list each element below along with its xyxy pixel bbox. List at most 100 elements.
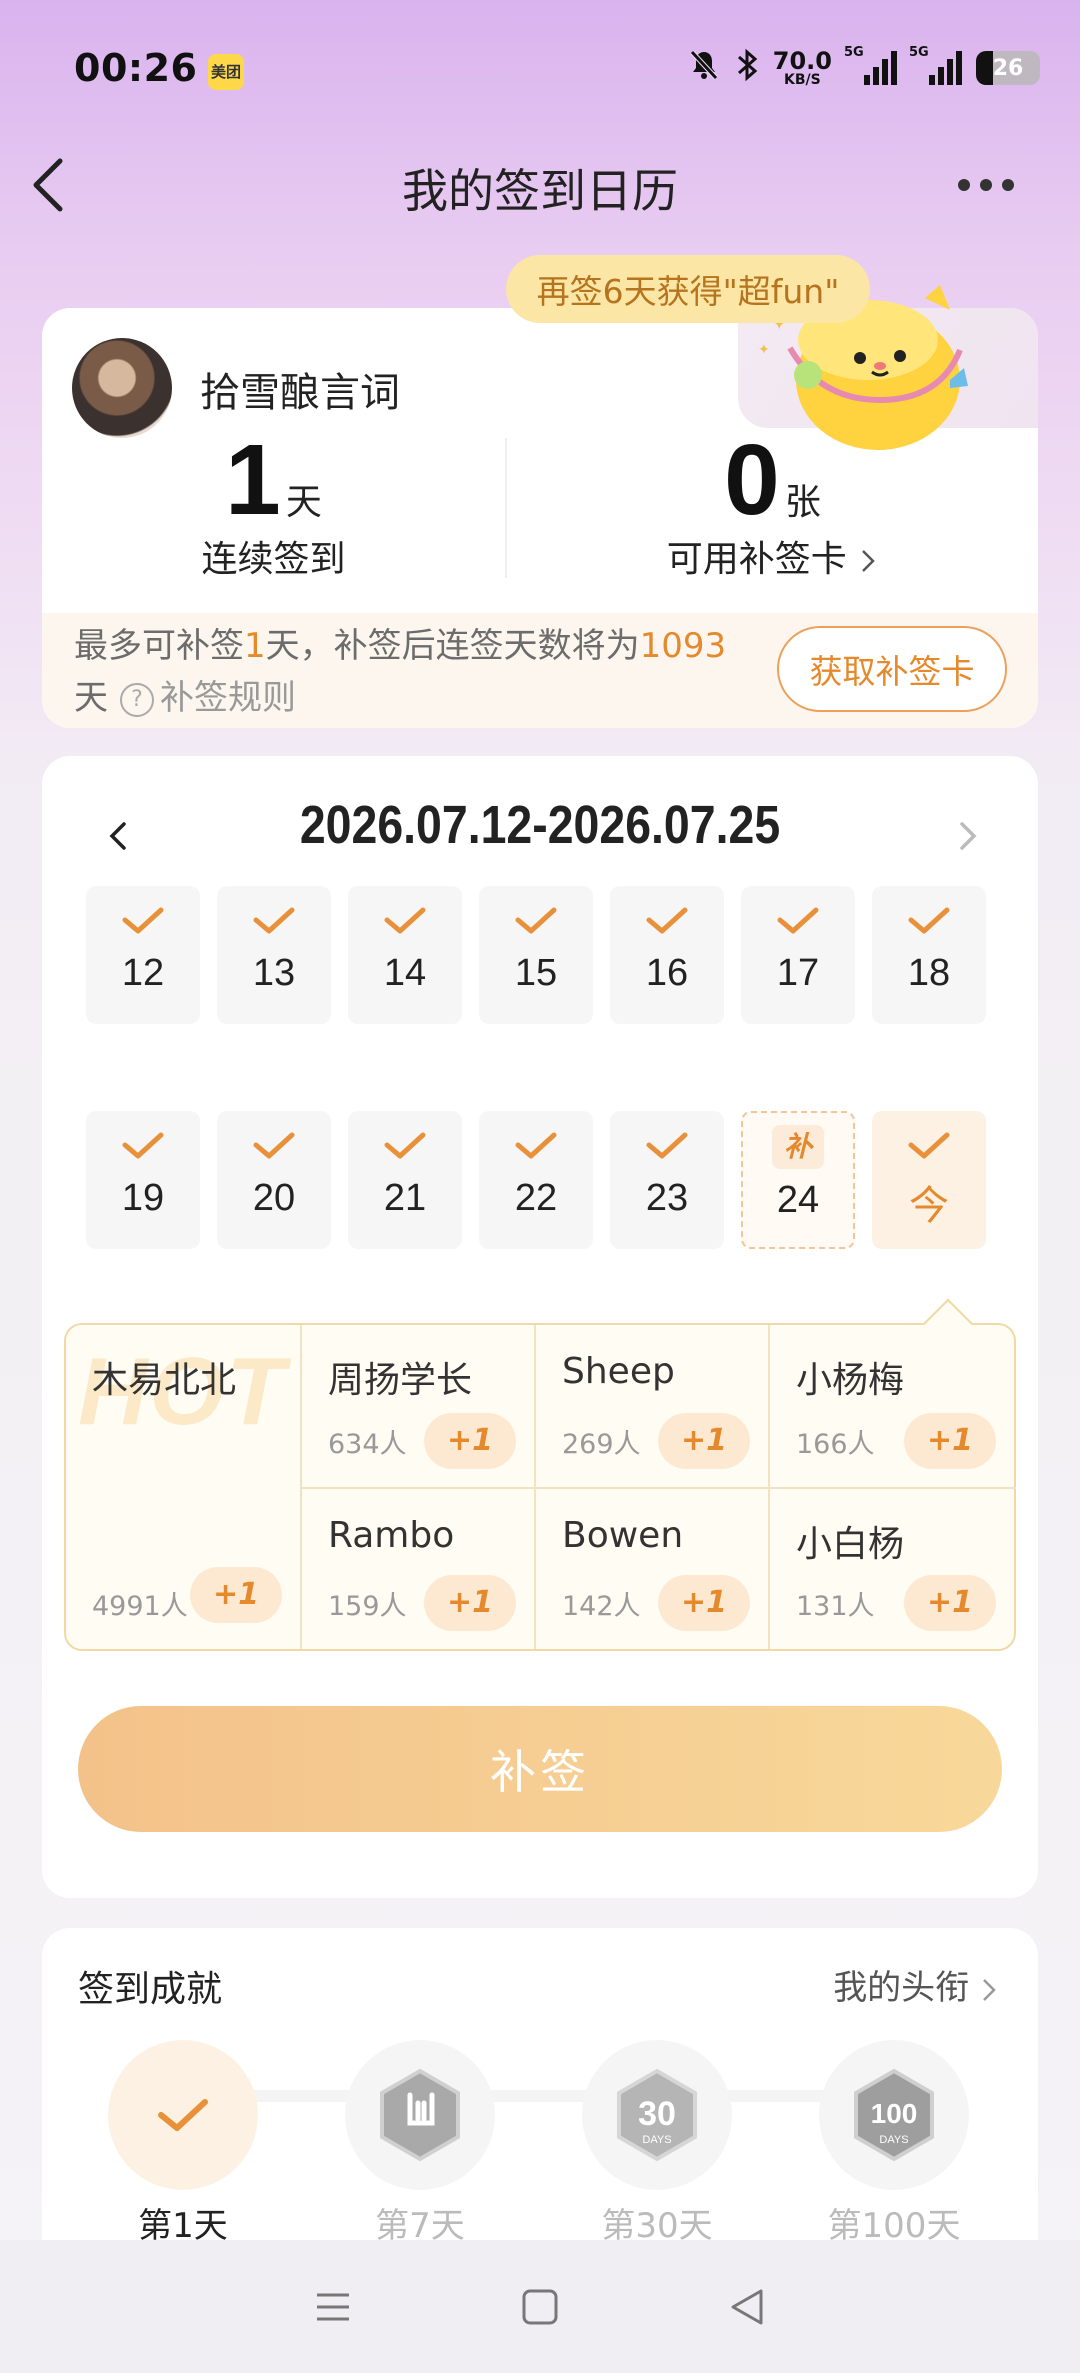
- day-number: 12: [121, 952, 165, 994]
- day-number: 13: [252, 952, 296, 994]
- my-titles-link[interactable]: 我的头衔: [833, 1960, 998, 2009]
- calendar-day[interactable]: 14: [348, 886, 462, 1024]
- home-square-icon: [522, 2289, 558, 2324]
- signal-2-label: 5G: [909, 45, 929, 60]
- day-number: 16: [645, 952, 689, 994]
- day-number: 23: [645, 1177, 689, 1219]
- friend-name: Sheep: [562, 1351, 675, 1392]
- info-text-pre: 最多可补签: [74, 626, 244, 666]
- signal-1-label: 5G: [844, 45, 864, 60]
- more-dot-icon: [1002, 179, 1014, 191]
- more-dot-icon: [958, 179, 970, 191]
- friend-count: 142人: [562, 1591, 641, 1622]
- plus-one-button[interactable]: +1: [658, 1575, 750, 1631]
- makeup-sign-button[interactable]: 补签: [78, 1706, 1002, 1832]
- achievements-title: 签到成就: [78, 1969, 223, 2010]
- calendar-range: 2026.07.12-2026.07.25: [299, 795, 781, 855]
- friend-name: 周扬学长: [328, 1360, 473, 1401]
- calendar-day-today[interactable]: 今: [872, 1111, 986, 1249]
- friend-cell[interactable]: 小杨梅 166人 +1: [770, 1325, 1014, 1487]
- battery-icon: 26: [976, 51, 1040, 85]
- friend-cell[interactable]: Bowen 142人 +1: [536, 1489, 768, 1649]
- friend-name: 木易北北: [92, 1360, 237, 1401]
- friend-cell[interactable]: 小白杨 131人 +1: [770, 1489, 1014, 1649]
- calendar-day[interactable]: 13: [217, 886, 331, 1024]
- check-icon: [122, 1132, 164, 1159]
- menu-nav-button[interactable]: [303, 2277, 363, 2337]
- plus-one-button[interactable]: +1: [190, 1567, 282, 1623]
- my-titles-label: 我的头衔: [833, 1968, 970, 2008]
- check-icon: [646, 907, 688, 934]
- day-number: 14: [383, 952, 427, 994]
- calendar-day[interactable]: 22: [479, 1111, 593, 1249]
- calendar-day[interactable]: 15: [479, 886, 593, 1024]
- calendar-day[interactable]: 17: [741, 886, 855, 1024]
- info-days: 1: [244, 626, 266, 666]
- calendar-day[interactable]: 23: [610, 1111, 724, 1249]
- calendar-day[interactable]: 12: [86, 886, 200, 1024]
- get-makeup-card-button[interactable]: 获取补签卡: [777, 626, 1007, 712]
- check-icon: [908, 907, 950, 934]
- streak-label: 连续签到: [201, 539, 346, 580]
- calendar-day[interactable]: 18: [872, 886, 986, 1024]
- plus-one-button[interactable]: +1: [424, 1575, 516, 1631]
- chevron-right-icon: [983, 1978, 996, 2001]
- friend-cell[interactable]: Sheep 269人 +1: [536, 1325, 768, 1487]
- check-icon: [253, 1132, 295, 1159]
- rock-hand-badge-icon: [380, 2068, 460, 2162]
- plus-one-button[interactable]: +1: [904, 1413, 996, 1469]
- back-triangle-icon: [731, 2289, 763, 2324]
- achievement-badge-day100[interactable]: 100 DAYS: [819, 2040, 969, 2190]
- 30-days-badge-icon: 30 DAYS: [617, 2068, 697, 2162]
- friend-count: 269人: [562, 1429, 641, 1460]
- badge-100-sub: DAYS: [879, 2134, 908, 2146]
- plus-one-button[interactable]: +1: [904, 1575, 996, 1631]
- day-number: 15: [514, 952, 558, 994]
- check-icon: [253, 907, 295, 934]
- day-number: 19: [121, 1177, 165, 1219]
- achievements-card: 签到成就 我的头衔 30 DAYS 100 DAYS 第1天 第7天 第30天 …: [42, 1928, 1038, 2248]
- achievement-track: [162, 2090, 922, 2102]
- system-nav-bar: [0, 2240, 1080, 2373]
- plus-one-button[interactable]: +1: [424, 1413, 516, 1469]
- calendar-day-makeup[interactable]: 补 24: [741, 1111, 855, 1249]
- cards-label-link[interactable]: 可用补签卡: [507, 530, 1038, 582]
- chevron-right-icon: [960, 822, 977, 850]
- check-icon: [777, 907, 819, 934]
- net-speed: 70.0 KB/S: [773, 49, 832, 87]
- status-time: 00:26: [74, 46, 198, 90]
- back-nav-button[interactable]: [717, 2277, 777, 2337]
- menu-icon: [317, 2293, 350, 2320]
- friend-top-cell[interactable]: HOT 木易北北 4991人 +1: [66, 1325, 300, 1649]
- friend-count: 166人: [796, 1429, 875, 1460]
- plus-one-button[interactable]: +1: [658, 1413, 750, 1469]
- day-number: 22: [514, 1177, 558, 1219]
- avatar[interactable]: [72, 338, 172, 438]
- check-icon: [158, 2099, 208, 2131]
- friend-cell[interactable]: 周扬学长 634人 +1: [302, 1325, 534, 1487]
- next-period-button[interactable]: [948, 806, 998, 866]
- promo-bubble[interactable]: 再签6天获得"超fun": [506, 255, 870, 323]
- rules-link[interactable]: ? 补签规则: [108, 678, 296, 718]
- page-title: 我的签到日历: [402, 164, 678, 218]
- friend-count: 131人: [796, 1591, 875, 1622]
- achievement-badge-day7[interactable]: [345, 2040, 495, 2190]
- calendar-day[interactable]: 21: [348, 1111, 462, 1249]
- cards-label: 可用补签卡: [666, 539, 847, 580]
- achievement-badge-day30[interactable]: 30 DAYS: [582, 2040, 732, 2190]
- friend-cell[interactable]: Rambo 159人 +1: [302, 1489, 534, 1649]
- friend-name: 小杨梅: [796, 1360, 905, 1401]
- calendar-day[interactable]: 16: [610, 886, 724, 1024]
- calendar-day[interactable]: 20: [217, 1111, 331, 1249]
- home-nav-button[interactable]: [510, 2277, 570, 2337]
- meituan-app-icon: 美团: [208, 54, 244, 90]
- chevron-right-icon: [862, 550, 876, 572]
- more-button[interactable]: [958, 170, 1038, 200]
- day-number: 24: [776, 1179, 820, 1221]
- achievement-badge-day1[interactable]: [108, 2040, 258, 2190]
- cards-unit: 张: [784, 482, 821, 523]
- rules-link-label: 补签规则: [160, 678, 296, 718]
- calendar-day[interactable]: 19: [86, 1111, 200, 1249]
- user-name: 拾雪酿言词: [200, 370, 400, 416]
- mute-bell-icon: [687, 48, 721, 89]
